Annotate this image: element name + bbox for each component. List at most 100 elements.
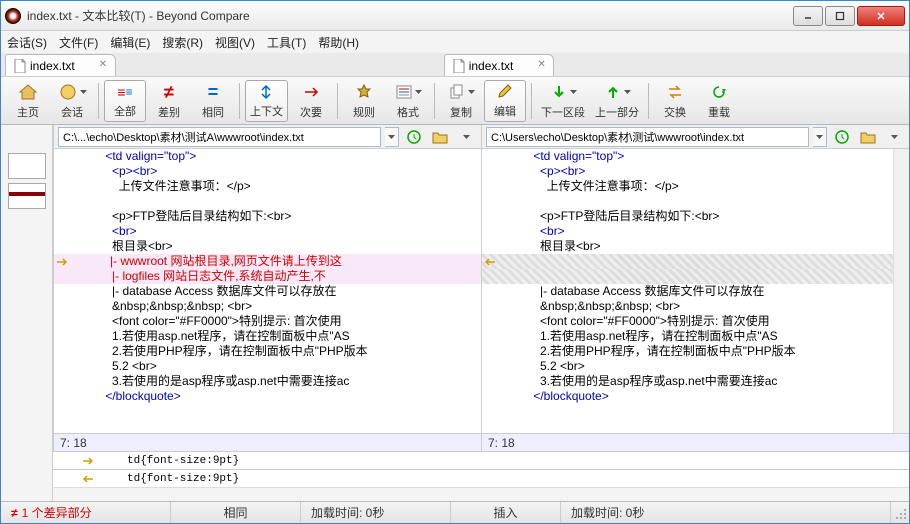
- minor-icon: [302, 84, 320, 100]
- tab-close-icon[interactable]: ✕: [99, 59, 111, 71]
- folder-open-icon: [860, 130, 876, 144]
- status-load-right: 加载时间: 0秒: [571, 504, 644, 521]
- swap-button[interactable]: 交换: [654, 80, 696, 122]
- browse-button[interactable]: [429, 127, 451, 147]
- statusbar: ≠1 个差异部分 相同 加载时间: 0秒 插入 加载时间: 0秒: [1, 501, 909, 523]
- swap-icon: [665, 84, 685, 100]
- rules-button[interactable]: 规则: [343, 80, 385, 122]
- copy-button[interactable]: 复制: [440, 80, 482, 122]
- path-input-right[interactable]: [486, 127, 809, 147]
- main-area: <td valign="top"> <p><br> 上传文件注意事项：</p> …: [1, 125, 909, 501]
- position-bar-right: 7: 18: [482, 433, 909, 451]
- tab-label: index.txt: [469, 59, 514, 73]
- down-arrow-icon: [550, 84, 568, 100]
- context-button[interactable]: 上下文: [245, 80, 288, 122]
- thumbnail-left[interactable]: [8, 153, 46, 179]
- menu-tools[interactable]: 工具(T): [267, 34, 306, 51]
- status-same: 相同: [223, 504, 247, 521]
- tabbar: index.txt ✕ index.txt ✕: [1, 53, 909, 77]
- tab-label: index.txt: [30, 59, 75, 73]
- arrow-left-icon: [81, 474, 95, 484]
- format-button[interactable]: 格式: [387, 80, 429, 122]
- menu-session[interactable]: 会话(S): [7, 34, 47, 51]
- toolbar: 主页 会话 ≡≡全部 ≠差别 =相同 上下文 次要 规则 格式 复制 编辑 下一…: [1, 77, 909, 125]
- diff-arrow-icon: [54, 254, 70, 269]
- titlebar: index.txt - 文本比较(T) - Beyond Compare: [1, 1, 909, 31]
- menu-help[interactable]: 帮助(H): [318, 34, 359, 51]
- chevron-down-icon: [816, 135, 823, 139]
- chevron-down-icon: [624, 90, 631, 94]
- compare-area: <td valign="top"> <p><br> 上传文件注意事项：</p> …: [53, 125, 909, 451]
- same-button[interactable]: =相同: [192, 80, 234, 122]
- edit-button[interactable]: 编辑: [484, 80, 526, 122]
- history-button[interactable]: [831, 127, 853, 147]
- copy-icon: [448, 84, 466, 100]
- menu-view[interactable]: 视图(V): [215, 34, 255, 51]
- prev-button[interactable]: 上一部分: [591, 80, 643, 122]
- minimize-button[interactable]: [793, 6, 823, 26]
- folder-open-icon: [432, 130, 448, 144]
- thumbnail-right[interactable]: [8, 183, 46, 209]
- path-input-left[interactable]: [58, 127, 381, 147]
- rules-icon: [354, 83, 374, 101]
- chevron-down-icon: [463, 135, 470, 139]
- app-icon: [5, 8, 21, 24]
- sessions-button[interactable]: 会话: [51, 80, 93, 122]
- merge-row-left[interactable]: td{font-size:9pt}: [53, 451, 909, 469]
- options-button[interactable]: [455, 127, 477, 147]
- up-arrow-icon: [604, 84, 622, 100]
- chevron-down-icon: [80, 90, 87, 94]
- menu-edit[interactable]: 编辑(E): [110, 34, 150, 51]
- menu-search[interactable]: 搜索(R): [162, 34, 203, 51]
- home-icon: [18, 83, 38, 101]
- reload-button[interactable]: 重载: [698, 80, 740, 122]
- reload-icon: [710, 84, 728, 100]
- merge-row-right[interactable]: td{font-size:9pt}: [53, 469, 909, 487]
- all-button[interactable]: ≡≡全部: [104, 80, 146, 122]
- clock-icon: [835, 130, 849, 144]
- path-dropdown[interactable]: [813, 127, 827, 147]
- home-button[interactable]: 主页: [7, 80, 49, 122]
- path-bar-left: [54, 125, 481, 149]
- diff-arrow-icon: [482, 254, 498, 269]
- window-title: index.txt - 文本比较(T) - Beyond Compare: [27, 7, 793, 24]
- status-load-left: 加载时间: 0秒: [311, 504, 384, 521]
- pencil-icon: [496, 84, 514, 100]
- overview-gutter[interactable]: [1, 125, 53, 501]
- chevron-down-icon: [415, 90, 422, 94]
- clock-icon: [407, 130, 421, 144]
- menu-file[interactable]: 文件(F): [59, 34, 98, 51]
- status-diff-count: 1 个差异部分: [22, 504, 92, 521]
- diff-icon: ≠: [11, 506, 18, 520]
- merge-area: td{font-size:9pt} td{font-size:9pt}: [53, 451, 909, 501]
- diff-button[interactable]: ≠差别: [148, 80, 190, 122]
- format-icon: [395, 84, 413, 100]
- tab-close-icon[interactable]: ✕: [537, 59, 549, 71]
- minor-button[interactable]: 次要: [290, 80, 332, 122]
- path-dropdown[interactable]: [385, 127, 399, 147]
- next-button[interactable]: 下一区段: [537, 80, 589, 122]
- sessions-icon: [58, 83, 78, 101]
- app-window: index.txt - 文本比较(T) - Beyond Compare 会话(…: [0, 0, 910, 524]
- arrow-right-icon: [81, 456, 95, 466]
- vertical-scrollbar[interactable]: [893, 149, 909, 433]
- history-button[interactable]: [403, 127, 425, 147]
- code-right[interactable]: <td valign="top"> <p><br> 上传文件注意事项：</p> …: [482, 149, 893, 433]
- chevron-down-icon: [891, 135, 898, 139]
- file-icon: [14, 59, 26, 73]
- chevron-down-icon: [468, 90, 475, 94]
- right-pane: <td valign="top"> <p><br> 上传文件注意事项：</p> …: [481, 125, 909, 451]
- chevron-down-icon: [388, 135, 395, 139]
- maximize-button[interactable]: [825, 6, 855, 26]
- position-bar-left: 7: 18: [54, 433, 481, 451]
- close-button[interactable]: [857, 6, 905, 26]
- code-left[interactable]: <td valign="top"> <p><br> 上传文件注意事项：</p> …: [54, 149, 481, 433]
- file-icon: [453, 59, 465, 73]
- left-pane: <td valign="top"> <p><br> 上传文件注意事项：</p> …: [53, 125, 481, 451]
- tab-right[interactable]: index.txt ✕: [444, 54, 555, 76]
- resize-grip-icon[interactable]: [891, 504, 909, 522]
- browse-button[interactable]: [857, 127, 879, 147]
- tab-left[interactable]: index.txt ✕: [5, 54, 116, 76]
- chevron-down-icon: [570, 90, 577, 94]
- options-button[interactable]: [883, 127, 905, 147]
